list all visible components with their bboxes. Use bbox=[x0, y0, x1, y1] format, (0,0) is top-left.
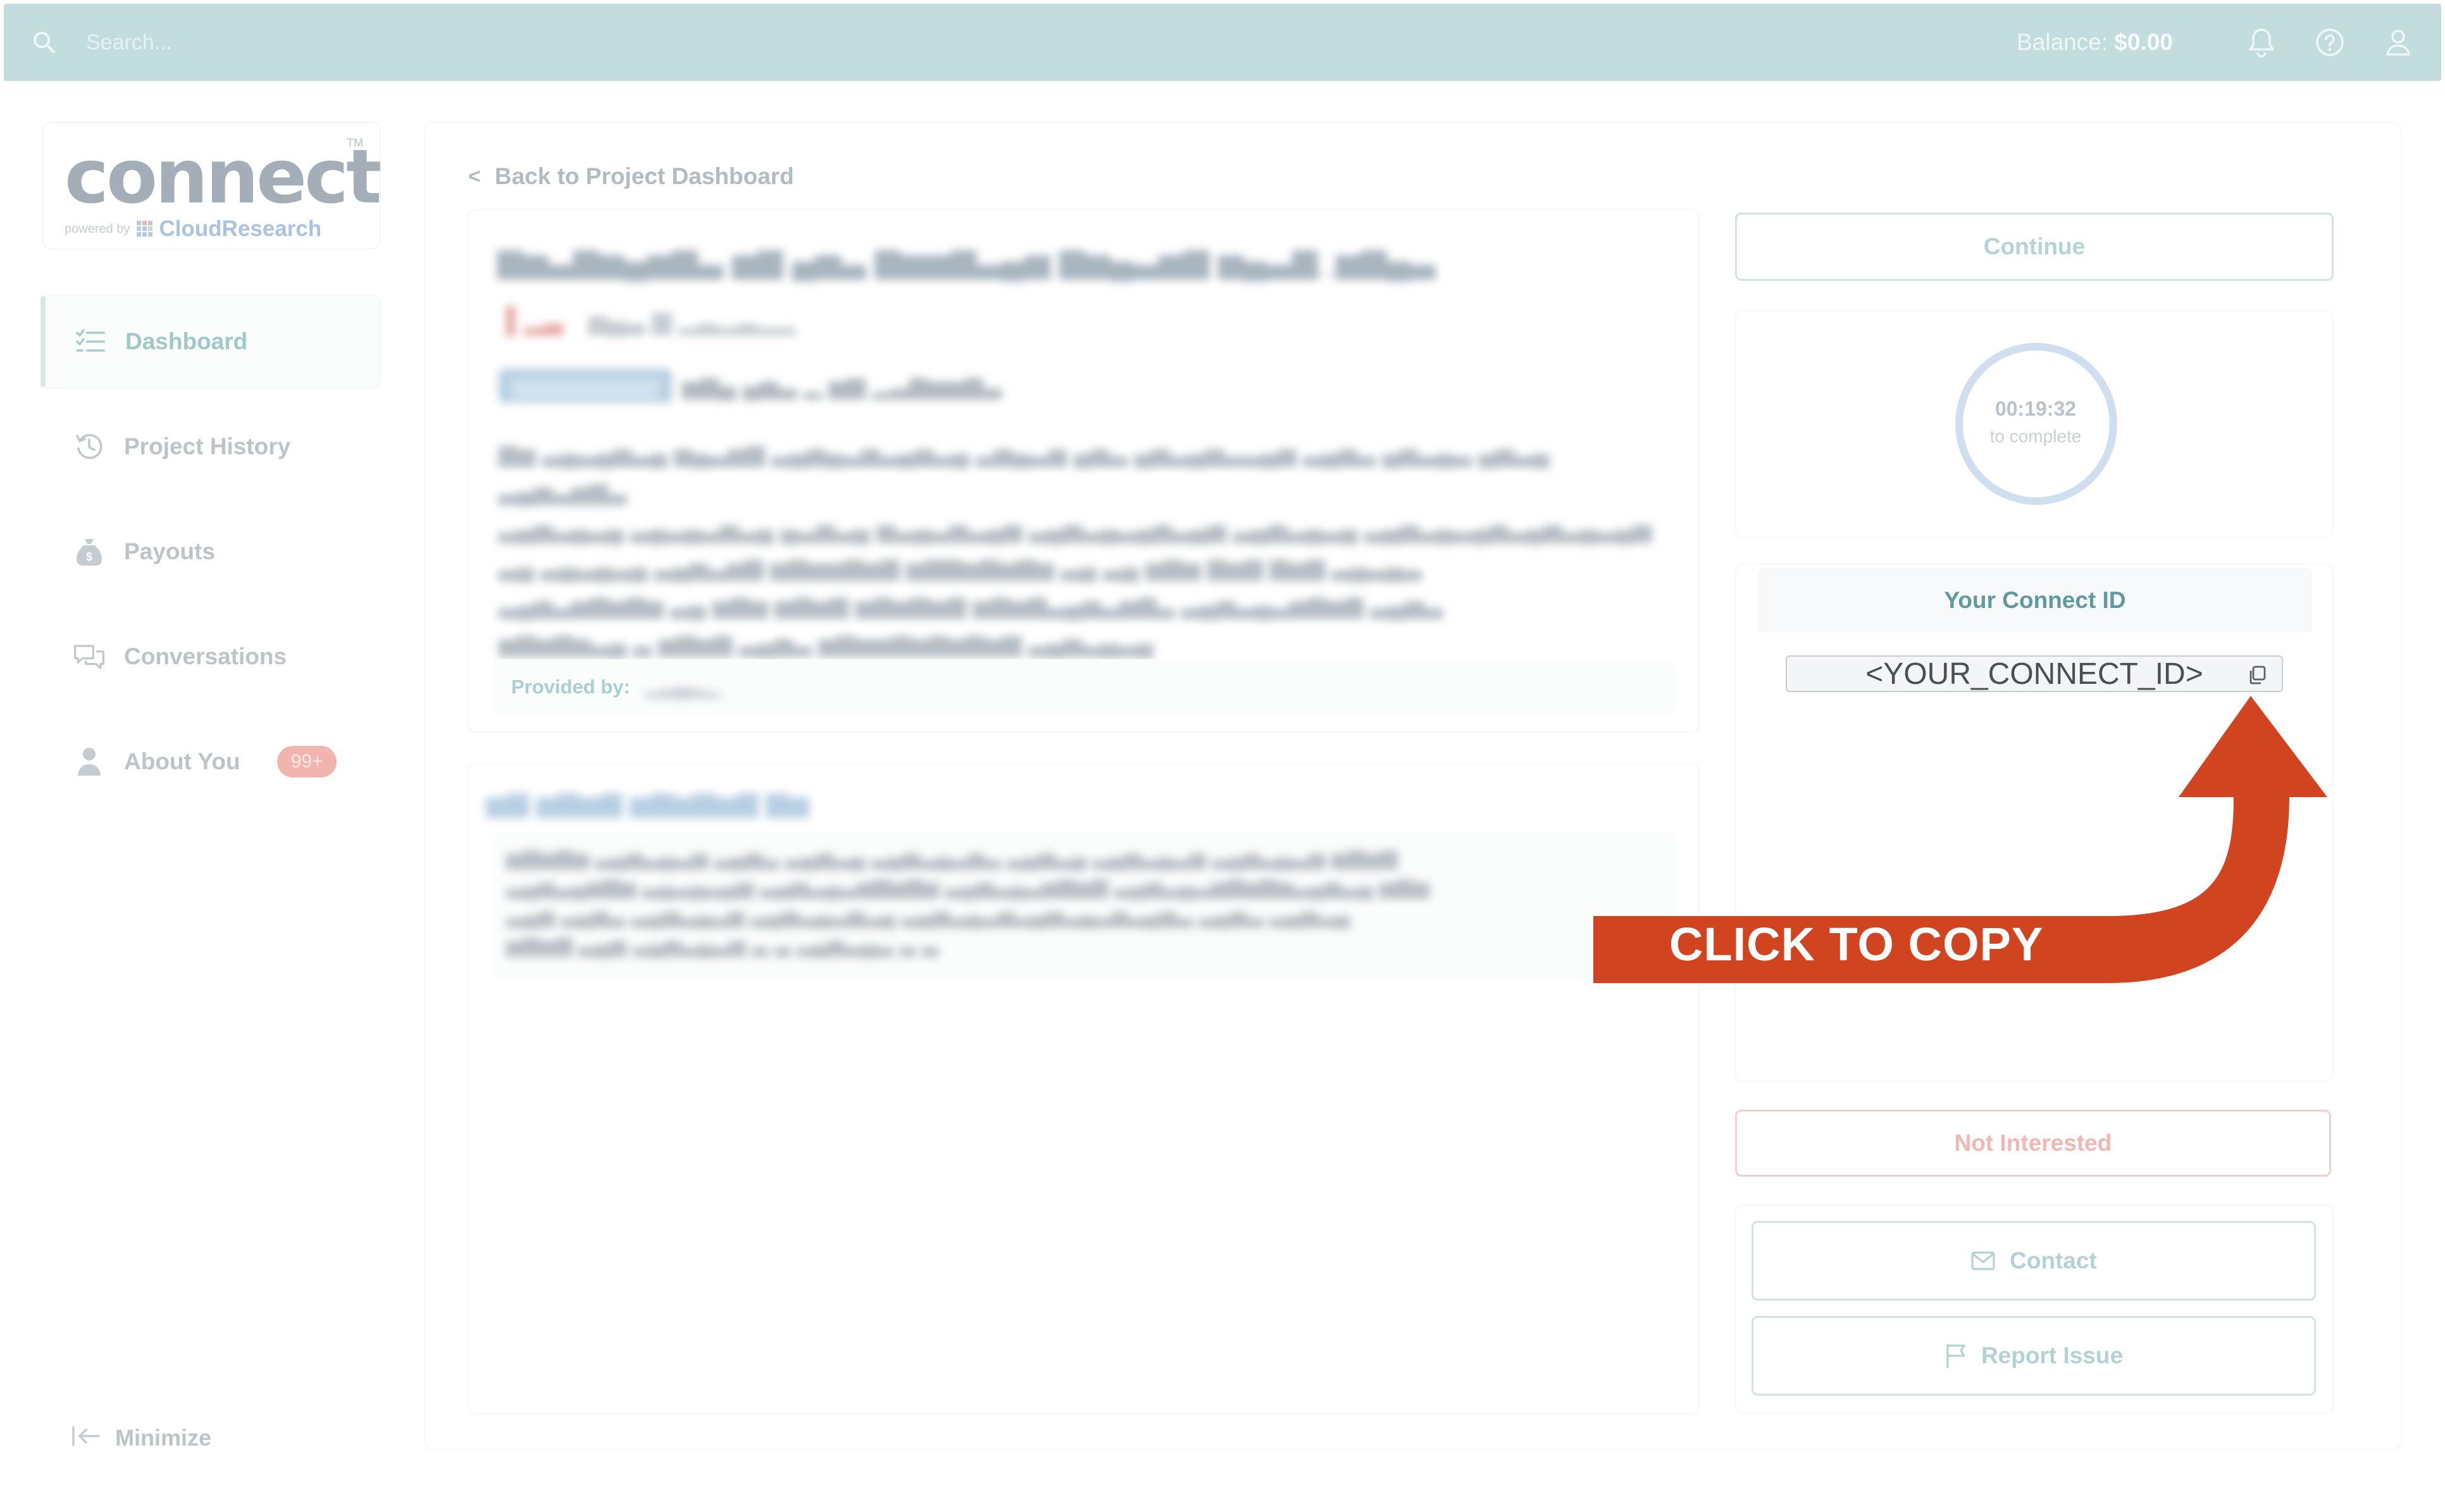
balance-value: $0.00 bbox=[2114, 29, 2173, 55]
continue-button[interactable]: Continue bbox=[1735, 213, 2334, 281]
sidebar-item-label: Project History bbox=[124, 433, 291, 459]
contact-label: Contact bbox=[2010, 1248, 2097, 1273]
not-interested-button[interactable]: Not Interested bbox=[1735, 1110, 2331, 1177]
click-to-copy-label: CLICK TO COPY bbox=[1669, 918, 2044, 970]
copy-icon[interactable] bbox=[2246, 664, 2268, 686]
blurred-project-tags: ▆▆▆▆▆▆▆▆ ▅▆▄ ▄▅▃ ▂ ▅▆ ▂▃▆▅▅▆▃ bbox=[499, 369, 1002, 403]
sidebar-item-payouts[interactable]: $ Payouts bbox=[40, 505, 381, 598]
balance-display: Balance: $0.00 bbox=[2017, 29, 2173, 56]
timer-caption: to complete bbox=[1989, 426, 2082, 446]
blurred-project-meta: ▌▂▃ ▅▄▃ ▆ ▂▃▂▃▂▂ bbox=[506, 307, 796, 335]
topbar-right: Balance: $0.00 bbox=[2017, 25, 2416, 60]
sidebar-item-label: Conversations bbox=[124, 643, 287, 669]
connect-id-title: Your Connect ID bbox=[1758, 568, 2312, 633]
sidebar: connect TM powered by CloudResearch Dash… bbox=[0, 82, 405, 1512]
blurred-section-text: ▅▆▅▆▅ ▃▄▅▃▄▃▅ ▃▄▅▃ ▃▄▅▃▄ ▃▄▅▃▄▃▅▃ ▃▄▅▃▄ … bbox=[506, 845, 1429, 957]
search-input[interactable] bbox=[86, 23, 339, 61]
cloudresearch-logo-icon bbox=[136, 220, 154, 238]
sidebar-item-label: Dashboard bbox=[125, 328, 248, 354]
provided-by-label: Provided by: bbox=[511, 676, 630, 698]
history-icon bbox=[73, 431, 105, 462]
chevron-left-icon: < bbox=[468, 164, 481, 189]
mail-icon bbox=[1971, 1251, 1995, 1270]
minimize-button[interactable]: Minimize bbox=[71, 1423, 211, 1452]
back-link-label: Back to Project Dashboard bbox=[494, 163, 794, 189]
minimize-label: Minimize bbox=[115, 1424, 212, 1451]
balance-label: Balance: bbox=[2017, 29, 2115, 55]
report-issue-label: Report Issue bbox=[1981, 1342, 2124, 1368]
logo[interactable]: connect TM powered by CloudResearch bbox=[42, 121, 382, 249]
logo-brand: CloudResearch bbox=[159, 216, 322, 241]
additional-info-card: ▅▆ ▅▆▅▆ ▅▆▅▆▅▆ ▆▅ ▅▆▅▆▅ ▃▄▅▃▄▃▅ ▃▄▅▃ ▃▄▅… bbox=[467, 763, 1700, 1415]
blurred-project-description: ▆▅ ▃▄▃▄▅▃▄ ▅▄▃▅▆ ▃▄▅▄▃▅▃▄▅▃▄ ▃▅▄▃▅ ▄▅▃ ▄… bbox=[499, 440, 1652, 657]
search-icon[interactable] bbox=[32, 30, 57, 55]
timer-ring bbox=[1955, 343, 2117, 505]
logo-trademark: TM bbox=[347, 137, 363, 149]
sidebar-item-conversations[interactable]: Conversations bbox=[40, 610, 381, 703]
collapse-icon bbox=[71, 1423, 101, 1452]
sidebar-item-about-you[interactable]: About You 99+ bbox=[40, 715, 381, 809]
svg-text:$: $ bbox=[86, 550, 92, 563]
logo-powered-by: powered by bbox=[65, 221, 130, 236]
search-area bbox=[32, 23, 339, 61]
timer-value: 00:19:32 bbox=[1994, 397, 2077, 420]
support-actions-card: Contact Report Issue bbox=[1735, 1205, 2334, 1413]
bell-icon[interactable] bbox=[2244, 25, 2279, 60]
logo-subline: powered by CloudResearch bbox=[65, 216, 321, 242]
back-to-dashboard-link[interactable]: < Back to Project Dashboard bbox=[468, 163, 794, 190]
notification-badge: 99+ bbox=[277, 746, 337, 778]
sidebar-item-label: Payouts bbox=[124, 538, 215, 564]
chat-icon bbox=[73, 641, 105, 672]
money-bag-icon: $ bbox=[73, 536, 105, 567]
provided-by-row: Provided by: ▂▃▄▃▂ bbox=[494, 659, 1676, 715]
top-bar: Balance: $0.00 bbox=[4, 4, 2441, 81]
help-icon[interactable] bbox=[2312, 25, 2348, 60]
project-detail-card: ▆▅▃▆▅▄▅▆▃ ▅▆ ▄▅▃ ▆▅▅▆▃▄▅ ▆▅▄▃▅▆ ▅▄▃▆_▅▆▄… bbox=[467, 209, 1700, 733]
report-issue-button[interactable]: Report Issue bbox=[1751, 1316, 2316, 1396]
sidebar-item-project-history[interactable]: Project History bbox=[40, 400, 381, 493]
contact-button[interactable]: Contact bbox=[1751, 1221, 2316, 1301]
blurred-project-title: ▆▅▃▆▅▄▅▆▃ ▅▆ ▄▅▃ ▆▅▅▆▃▄▅ ▆▅▄▃▅▆ ▅▄▃▆_▅▆▄… bbox=[497, 242, 1435, 279]
sidebar-item-label: About You bbox=[124, 748, 240, 774]
user-icon[interactable] bbox=[2380, 25, 2416, 60]
list-icon bbox=[75, 326, 106, 357]
sidebar-item-dashboard[interactable]: Dashboard bbox=[40, 295, 381, 388]
additional-info-body: ▅▆▅▆▅ ▃▄▅▃▄▃▅ ▃▄▅▃ ▃▄▅▃▄ ▃▄▅▃▄▃▅▃ ▃▄▅▃▄ … bbox=[494, 834, 1676, 979]
timer-card: 00:19:32 to complete bbox=[1735, 310, 2334, 538]
blurred-provider-name: ▂▃▄▃▂ bbox=[645, 676, 720, 698]
blurred-section-title: ▅▆ ▅▆▅▆ ▅▆▅▆▅▆ ▆▅ bbox=[486, 786, 809, 817]
person-icon bbox=[73, 746, 105, 778]
logo-wordmark: connect bbox=[65, 133, 382, 220]
flag-icon bbox=[1946, 1344, 1965, 1368]
